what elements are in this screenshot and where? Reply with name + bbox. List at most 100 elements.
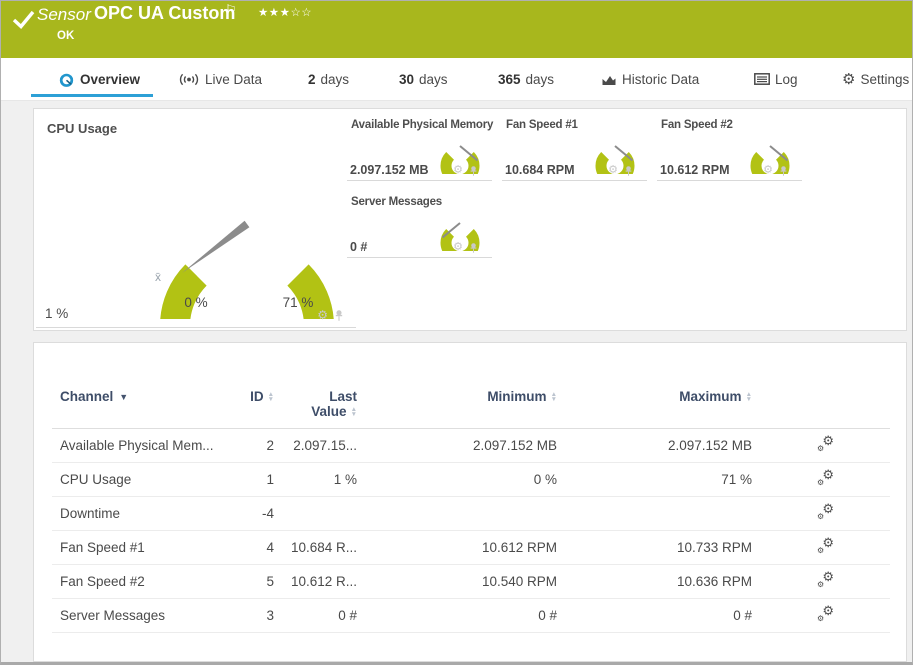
mini-gauge-value: 10.684 RPM: [505, 163, 575, 177]
gear-icon[interactable]: ⚙: [317, 309, 328, 321]
cell-id: 3: [266, 608, 274, 623]
column-header-minimum[interactable]: Minimum ▲ ▼: [357, 389, 557, 404]
tab-label: Log: [775, 71, 798, 87]
gauge-title: CPU Usage: [47, 121, 118, 136]
gear-icon: ⚙: [842, 70, 856, 88]
area-chart-icon: [602, 75, 616, 85]
mini-gauge-value: 2.097.152 MB: [350, 163, 429, 177]
pin-icon[interactable]: [469, 242, 478, 253]
cell-channel: Fan Speed #2: [60, 574, 145, 589]
gear-icon[interactable]: ⚙: [608, 165, 618, 176]
cell-channel: Downtime: [60, 506, 121, 521]
cell-last-value: 10.612 R...: [290, 574, 357, 589]
stars-empty: ☆☆: [290, 7, 313, 19]
cell-last-value: 2.097.15...: [293, 438, 357, 453]
cell-minimum: 10.540 RPM: [481, 574, 557, 589]
tab-settings[interactable]: ⚙ Settings: [842, 58, 909, 100]
stars-filled: ★★★: [258, 7, 291, 19]
cell-last-value: 10.684 R...: [290, 540, 357, 555]
pin-icon[interactable]: [779, 165, 788, 176]
tab-30-days[interactable]: 30 days: [399, 58, 448, 100]
cell-minimum: 0 #: [538, 608, 557, 623]
mini-gauge-value: 0 #: [350, 240, 368, 254]
cell-channel: Server Messages: [60, 608, 166, 623]
tab-label: Historic Data: [622, 71, 700, 87]
mini-gauge-grid: Available Physical Memory 2.097.152 MB ⚙: [347, 117, 802, 258]
tab-label: days: [525, 71, 555, 87]
tab-live-data[interactable]: Live Data: [178, 58, 262, 100]
sort-desc-icon: ▼: [119, 392, 129, 403]
channel-settings-icon[interactable]: ⚙ ⚙: [817, 502, 834, 521]
pin-icon[interactable]: [334, 309, 344, 321]
tab-number: 30: [399, 71, 415, 87]
mini-gauge-tile: Fan Speed #2 10.612 RPM ⚙: [657, 117, 802, 181]
sort-icon: ▲ ▼: [745, 391, 752, 404]
pin-icon[interactable]: [624, 165, 633, 176]
cell-channel: CPU Usage: [60, 472, 132, 487]
tab-number: 365: [498, 71, 521, 87]
cell-channel: Fan Speed #1: [60, 540, 145, 555]
channel-settings-icon[interactable]: ⚙ ⚙: [817, 468, 834, 487]
gauge-icon: [59, 73, 74, 87]
cell-minimum: 0 %: [533, 472, 557, 487]
column-header-id[interactable]: ID ▲ ▼: [242, 389, 274, 404]
cell-id: 2: [266, 438, 274, 453]
cell-id: -4: [261, 506, 274, 521]
gauges-panel: CPU Usage x̄ 0 % 71 % 1 % ⚙ Available Ph…: [33, 108, 907, 331]
tab-2-days[interactable]: 2 days: [308, 58, 349, 100]
tab-historic-data[interactable]: Historic Data: [601, 58, 699, 100]
pin-icon[interactable]: [469, 165, 478, 176]
cell-channel: Available Physical Mem...: [60, 438, 214, 453]
mini-gauge-tile: Fan Speed #1 10.684 RPM ⚙: [502, 117, 647, 181]
prtg-window: Sensor OPC UA Custom ⚐ ★★★☆☆ OK Overview…: [0, 0, 913, 665]
table-header-row: Channel ▼ ID ▲ ▼ Last Value ▲ ▼ Minimum ▲ ▼ Maxi…: [52, 381, 890, 429]
gear-icon[interactable]: ⚙: [763, 165, 773, 176]
status-badge: OK: [57, 30, 75, 42]
sensor-name: OPC UA Custom: [94, 3, 236, 23]
sensor-header: Sensor OPC UA Custom ⚐ ★★★☆☆ OK: [1, 1, 912, 58]
cell-maximum: 2.097.152 MB: [667, 438, 752, 453]
table-row: Downtime -4 ⚙ ⚙: [52, 497, 890, 531]
tab-label: days: [419, 71, 448, 87]
cell-id: 4: [266, 540, 274, 555]
cell-maximum: 0 #: [733, 608, 752, 623]
tab-number: 2: [308, 71, 316, 87]
cell-minimum: 2.097.152 MB: [472, 438, 557, 453]
channels-table: Channel ▼ ID ▲ ▼ Last Value ▲ ▼ Minimum ▲ ▼ Maxi…: [52, 343, 890, 633]
table-row: Fan Speed #1 4 10.684 R... 10.612 RPM 10…: [52, 531, 890, 565]
tab-log[interactable]: Log: [754, 58, 798, 100]
gear-icon[interactable]: ⚙: [453, 165, 463, 176]
channel-settings-icon[interactable]: ⚙ ⚙: [817, 570, 834, 589]
cell-minimum: 10.612 RPM: [481, 540, 557, 555]
cpu-usage-gauge-tile: CPU Usage x̄ 0 % 71 % 1 % ⚙: [36, 113, 356, 328]
channel-settings-icon[interactable]: ⚙ ⚙: [817, 536, 834, 555]
cell-id: 5: [266, 574, 274, 589]
cell-maximum: 71 %: [721, 472, 752, 487]
channel-settings-icon[interactable]: ⚙ ⚙: [817, 604, 834, 623]
gear-icon[interactable]: ⚙: [453, 242, 463, 253]
priority-stars[interactable]: ★★★☆☆: [258, 5, 312, 19]
active-tab-underline: [31, 94, 153, 97]
flag-icon[interactable]: ⚐: [225, 2, 237, 18]
mini-gauge-tile: Available Physical Memory 2.097.152 MB ⚙: [347, 117, 493, 181]
mini-gauge-value: 10.612 RPM: [660, 163, 730, 177]
cell-id: 1: [266, 472, 274, 487]
tab-label: Settings: [860, 71, 910, 87]
mini-gauge-tile: Server Messages 0 # ⚙: [347, 194, 492, 258]
log-list-icon: [754, 73, 770, 85]
channel-settings-icon[interactable]: ⚙ ⚙: [817, 434, 834, 453]
mini-gauge-title: Server Messages: [351, 196, 442, 208]
tab-365-days[interactable]: 365 days: [498, 58, 554, 100]
cell-maximum: 10.636 RPM: [676, 574, 752, 589]
column-header-maximum[interactable]: Maximum ▲ ▼: [557, 389, 752, 404]
mini-gauge-title: Fan Speed #1: [506, 119, 578, 131]
tab-label: days: [320, 71, 350, 87]
column-header-channel[interactable]: Channel ▼: [52, 389, 242, 404]
column-header-last-value[interactable]: Last Value ▲ ▼: [274, 389, 357, 419]
cell-last-value: 1 %: [333, 472, 357, 487]
tab-label: Live Data: [205, 71, 263, 87]
ok-check-icon: [12, 10, 35, 29]
mini-gauge-title: Fan Speed #2: [661, 119, 733, 131]
channels-table-panel: Channel ▼ ID ▲ ▼ Last Value ▲ ▼ Minimum ▲ ▼ Maxi…: [33, 342, 907, 662]
table-row: Available Physical Mem... 2 2.097.15... …: [52, 429, 890, 463]
